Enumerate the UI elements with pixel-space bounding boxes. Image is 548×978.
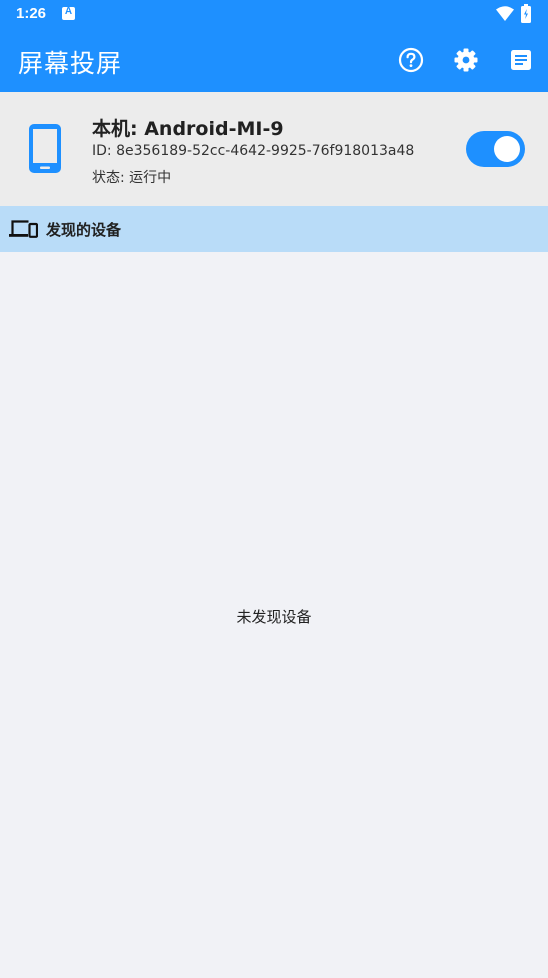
settings-icon [454, 48, 478, 72]
section-title: 发现的设备 [46, 221, 122, 239]
discovered-devices-header: 发现的设备 [0, 206, 548, 252]
battery-icon [521, 4, 531, 23]
log-icon [511, 50, 531, 70]
status-bar: 1:26 A [0, 0, 548, 28]
help-icon [398, 47, 424, 73]
devices-icon [9, 220, 38, 238]
app-title: 屏幕投屏 [18, 49, 123, 78]
log-button[interactable] [507, 46, 535, 74]
status-time: 1:26 [16, 5, 47, 22]
device-id: ID: 8e356189-52cc-4642-9925-76f918013a48 [92, 143, 415, 159]
phone-icon [29, 124, 61, 173]
service-toggle[interactable] [466, 131, 525, 167]
settings-button[interactable] [452, 46, 480, 74]
empty-state-text: 未发现设备 [236, 608, 312, 626]
wifi-icon [496, 6, 514, 21]
local-device-card: 本机: Android-MI-9 ID: 8e356189-52cc-4642-… [0, 92, 548, 206]
toggle-knob [494, 136, 520, 162]
device-name: 本机: Android-MI-9 [92, 118, 284, 140]
notification-icon: A [62, 6, 75, 20]
notification-letter: A [64, 6, 73, 17]
help-button[interactable] [397, 46, 425, 74]
app-bar: 屏幕投屏 [0, 28, 548, 92]
device-status: 状态: 运行中 [92, 170, 172, 186]
